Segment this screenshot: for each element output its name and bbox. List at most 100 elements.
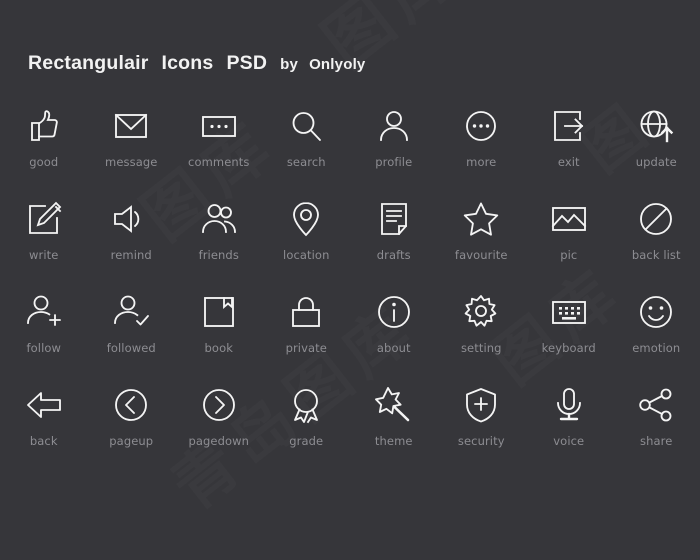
icon-label: back list [631,248,681,262]
title-part-rectangulair: Rectangulair [28,52,149,74]
person-check-icon[interactable] [109,290,153,334]
icon-cell-exit[interactable]: exit [525,104,613,197]
magnifier-icon[interactable] [284,104,328,148]
document-icon[interactable] [372,197,416,241]
icon-row: good message comments search profile mor… [0,104,700,197]
page-title: Rectangulair Icons PSD by Onlyoly [28,52,376,75]
icon-cell-setting[interactable]: setting [438,290,526,383]
icon-label: message [105,155,158,169]
title-author: Onlyoly [309,56,366,73]
icon-cell-profile[interactable]: profile [350,104,438,197]
icon-label: write [29,248,59,262]
icon-label: theme [374,434,413,448]
icon-cell-voice[interactable]: voice [525,383,613,476]
icon-row: write remind friends location drafts fav… [0,197,700,290]
star-icon[interactable] [459,197,503,241]
icon-label: private [285,341,327,355]
icon-cell-comments[interactable]: comments [175,104,263,197]
pencil-square-icon[interactable] [22,197,66,241]
icon-label: location [283,248,330,262]
icon-label: update [635,155,677,169]
icon-cell-keyboard[interactable]: keyboard [525,290,613,383]
icon-cell-pic[interactable]: pic [525,197,613,290]
icon-cell-share[interactable]: share [613,383,700,476]
magic-wand-star-icon[interactable] [372,383,416,427]
icon-cell-good[interactable]: good [0,104,88,197]
chevron-right-circle-icon[interactable] [197,383,241,427]
icon-label: favourite [454,248,508,262]
book-corner-icon[interactable] [197,290,241,334]
microphone-icon[interactable] [547,383,591,427]
title-by-word: by [280,56,299,73]
icon-label: exit [557,155,580,169]
icon-cell-about[interactable]: about [350,290,438,383]
icon-label: share [640,434,673,448]
icon-cell-security[interactable]: security [438,383,526,476]
icon-label: pageup [109,434,154,448]
icon-label: setting [460,341,502,355]
person-icon[interactable] [372,104,416,148]
icon-cell-pagedown[interactable]: pagedown [175,383,263,476]
icon-cell-search[interactable]: search [263,104,351,197]
exit-arrow-icon[interactable] [547,104,591,148]
icon-cell-private[interactable]: private [263,290,351,383]
envelope-icon[interactable] [109,104,153,148]
prohibition-icon[interactable] [634,197,678,241]
icon-label: drafts [376,248,411,262]
icon-cell-back-list[interactable]: back list [613,197,700,290]
icon-cell-back[interactable]: back [0,383,88,476]
back-arrow-icon[interactable] [22,383,66,427]
comments-box-icon[interactable] [197,104,241,148]
shield-plus-icon[interactable] [459,383,503,427]
icon-set-page: 图库 图库 图库 青岛图库 图 RectangulairIconsPSDbyOn… [0,0,700,560]
globe-upload-icon[interactable] [634,104,678,148]
chevron-left-circle-icon[interactable] [109,383,153,427]
icon-cell-update[interactable]: update [613,104,700,197]
icon-label: book [204,341,233,355]
icon-label: follow [26,341,62,355]
keyboard-icon[interactable] [547,290,591,334]
thumbs-up-icon[interactable] [22,104,66,148]
share-nodes-icon[interactable] [634,383,678,427]
icon-cell-grade[interactable]: grade [263,383,351,476]
icon-cell-theme[interactable]: theme [350,383,438,476]
smiley-face-icon[interactable] [634,290,678,334]
icon-cell-followed[interactable]: followed [88,290,176,383]
icon-cell-book[interactable]: book [175,290,263,383]
icon-cell-follow[interactable]: follow [0,290,88,383]
info-circle-icon[interactable] [372,290,416,334]
icon-cell-friends[interactable]: friends [175,197,263,290]
icon-cell-message[interactable]: message [88,104,176,197]
icon-cell-more[interactable]: more [438,104,526,197]
icon-cell-favourite[interactable]: favourite [438,197,526,290]
icon-label: voice [553,434,585,448]
icon-cell-location[interactable]: location [263,197,351,290]
map-pin-icon[interactable] [284,197,328,241]
image-mountain-icon[interactable] [547,197,591,241]
gear-icon[interactable] [459,290,503,334]
icon-cell-write[interactable]: write [0,197,88,290]
speaker-icon[interactable] [109,197,153,241]
title-part-psd: PSD [226,52,268,74]
icon-label: pagedown [188,434,250,448]
person-plus-icon[interactable] [22,290,66,334]
icon-label: back [29,434,58,448]
icon-cell-remind[interactable]: remind [88,197,176,290]
icon-label: security [457,434,505,448]
title-part-icons: Icons [161,52,214,74]
icon-label: about [376,341,411,355]
icon-row: follow followed book private about setti… [0,290,700,383]
padlock-icon[interactable] [284,290,328,334]
icon-label: friends [198,248,239,262]
more-dots-circle-icon[interactable] [459,104,503,148]
icon-cell-emotion[interactable]: emotion [613,290,700,383]
icon-label: grade [289,434,324,448]
icon-label: keyboard [541,341,596,355]
award-medal-icon[interactable] [284,383,328,427]
icon-cell-pageup[interactable]: pageup [88,383,176,476]
two-people-icon[interactable] [197,197,241,241]
icon-label: remind [110,248,152,262]
icon-label: good [29,155,59,169]
icon-cell-drafts[interactable]: drafts [350,197,438,290]
icon-label: pic [560,248,578,262]
